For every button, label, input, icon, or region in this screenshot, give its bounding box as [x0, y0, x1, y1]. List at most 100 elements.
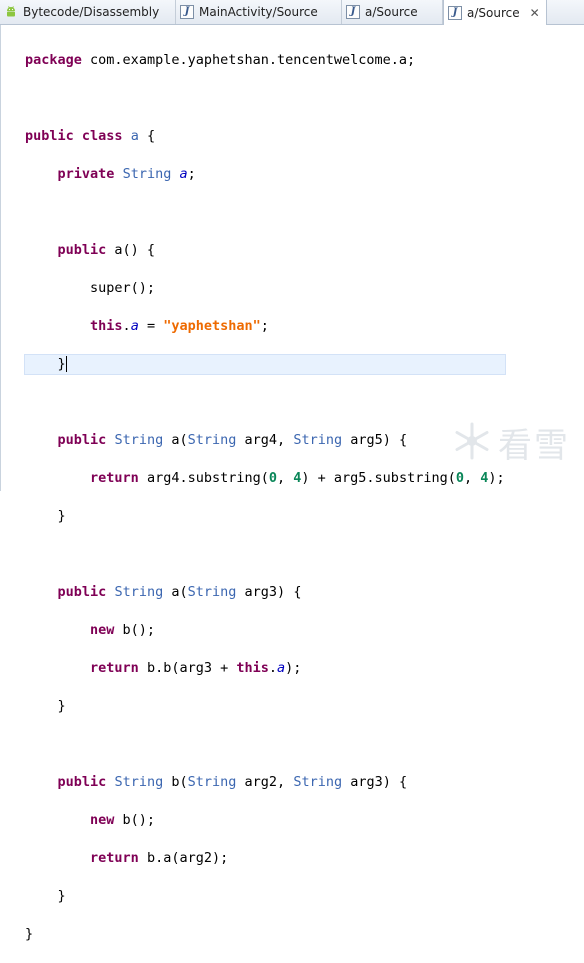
code-token: 0 — [455, 470, 464, 486]
android-icon — [4, 5, 18, 19]
code-token: public — [57, 432, 107, 448]
code-token: String — [187, 432, 237, 448]
code-token: } — [57, 508, 66, 524]
code-token: new — [90, 812, 115, 828]
code-token: } — [57, 698, 66, 714]
code-token: arg3) { — [342, 774, 408, 790]
code-token: a — [277, 660, 286, 676]
code-token: , — [463, 470, 481, 486]
tab-bytecode-disassembly[interactable]: Bytecode/Disassembly — [0, 0, 176, 24]
code-token: arg3) { — [236, 584, 302, 600]
code-token: return — [90, 850, 139, 866]
java-file-icon: J — [180, 5, 194, 19]
code-token: = — [138, 318, 164, 334]
code-line: new b(); — [25, 621, 505, 640]
code-token: public — [57, 242, 107, 258]
code-token: ); — [285, 660, 302, 676]
code-token: ; — [187, 166, 196, 182]
code-token: String — [187, 774, 237, 790]
code-token: String — [114, 584, 164, 600]
editor-tab-bar: Bytecode/Disassembly J MainActivity/Sour… — [0, 0, 584, 25]
code-line: this.a = "yaphetshan"; — [90, 318, 269, 334]
code-token: new — [90, 622, 115, 638]
code-token: String — [122, 166, 172, 182]
code-token: b.a(arg2); — [138, 850, 229, 866]
code-token: ) + arg5.substring( — [301, 470, 456, 486]
code-line: public String a(String arg3) { — [25, 583, 505, 602]
field-name: a — [179, 166, 188, 182]
code-token: { — [138, 128, 156, 144]
code-token: ; — [260, 318, 269, 334]
code-editor[interactable]: package com.example.yaphetshan.tencentwe… — [0, 25, 584, 942]
tab-mainactivity-source[interactable]: J MainActivity/Source — [176, 0, 342, 24]
code-line: } — [25, 887, 505, 906]
code-token: class — [81, 128, 123, 144]
code-token: ( — [179, 584, 188, 600]
code-token: a — [171, 432, 180, 448]
tab-label: Bytecode/Disassembly — [23, 5, 160, 19]
code-token: public — [57, 774, 107, 790]
keyword-package: package — [25, 52, 82, 68]
java-file-icon: J — [346, 5, 360, 19]
code-line: super(); — [25, 279, 505, 298]
code-line: public a() { — [25, 241, 505, 260]
tab-a-source[interactable]: J a/Source — [342, 0, 443, 24]
tab-label: a/Source — [467, 5, 520, 20]
code-token: String — [187, 584, 237, 600]
code-token: ); — [488, 470, 505, 486]
code-token: , — [277, 470, 294, 486]
code-token: arg5) { — [342, 432, 408, 448]
string-literal: "yaphetshan" — [163, 318, 261, 334]
code-line: } — [25, 925, 505, 944]
code-line: return b.b(arg3 + this.a); — [90, 660, 302, 676]
code-token: ( — [179, 774, 188, 790]
code-line: new b(); — [25, 811, 505, 830]
code-token: public — [57, 584, 107, 600]
code-token: a — [130, 318, 139, 334]
code-token: private — [57, 166, 115, 182]
code-line: return arg4.substring(0, 4) + arg5.subst… — [25, 469, 505, 488]
code-token: b(); — [114, 622, 156, 638]
code-token: super(); — [90, 280, 156, 296]
code-token: this — [90, 318, 123, 334]
code-line: public String a(String arg4, String arg5… — [25, 431, 505, 450]
code-token: return — [90, 470, 139, 486]
code-line: public class a { — [25, 127, 505, 146]
code-token: return — [90, 660, 139, 676]
source-code: package com.example.yaphetshan.tencentwe… — [24, 32, 506, 963]
close-icon[interactable]: ✕ — [530, 6, 540, 20]
code-token: a() { — [106, 242, 156, 258]
java-file-icon: J — [448, 5, 462, 20]
package-name: com.example.yaphetshan.tencentwelcome.a; — [90, 52, 416, 68]
tab-label: a/Source — [365, 5, 418, 19]
code-token: a — [171, 584, 180, 600]
code-token: b.b(arg3 + — [138, 660, 237, 676]
code-token: String — [114, 774, 164, 790]
code-line: return b.a(arg2); — [25, 849, 505, 868]
code-token: 0 — [268, 470, 277, 486]
code-line: public String b(String arg2, String arg3… — [25, 773, 505, 792]
tab-label: MainActivity/Source — [199, 5, 318, 19]
code-token: } — [57, 356, 66, 372]
code-token: public — [25, 128, 74, 144]
code-line: private String a; — [25, 165, 505, 184]
code-token: arg4.substring( — [138, 470, 269, 486]
code-token: } — [57, 888, 66, 904]
code-line: package com.example.yaphetshan.tencentwe… — [25, 51, 505, 70]
code-token: String — [114, 432, 164, 448]
code-token: ( — [179, 432, 188, 448]
code-token: } — [25, 926, 34, 942]
code-line: } — [25, 697, 505, 716]
text-caret — [65, 356, 67, 372]
code-token: b — [171, 774, 180, 790]
code-line: } — [25, 507, 505, 526]
code-token: b(); — [114, 812, 156, 828]
code-token: arg4, — [236, 432, 294, 448]
code-token: String — [293, 432, 343, 448]
code-token: this — [236, 660, 269, 676]
tab-a-source-active[interactable]: J a/Source ✕ — [443, 0, 547, 25]
